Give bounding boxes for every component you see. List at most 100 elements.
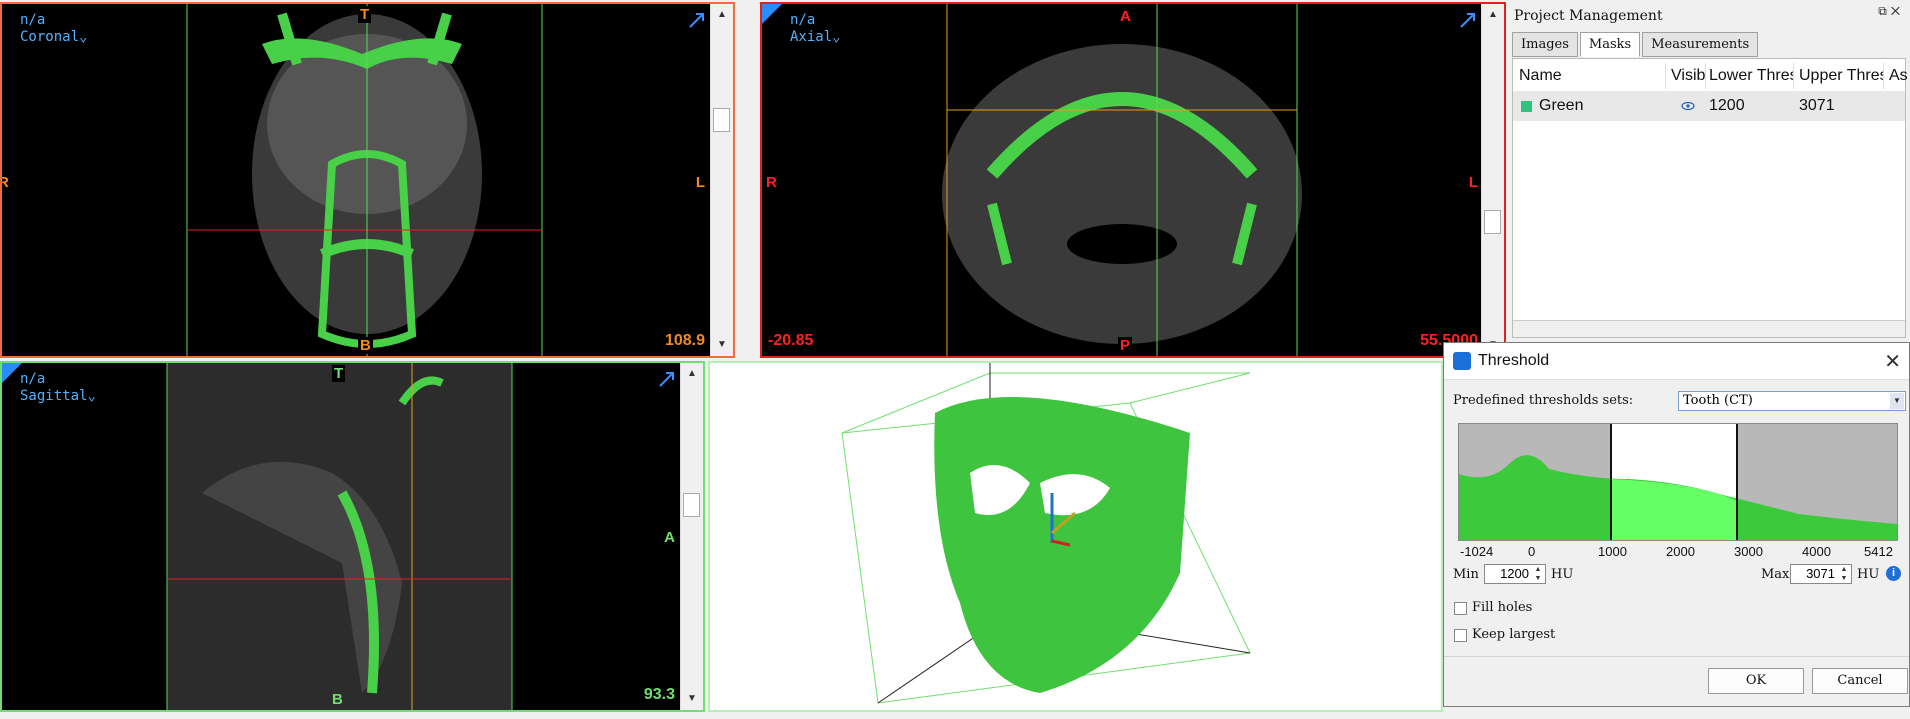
chevron-down-icon[interactable]: ▼ bbox=[1890, 393, 1904, 409]
coronal-view[interactable]: n/a Coronal⌄ T B R L 108.9 ▲ ▼ bbox=[0, 2, 735, 358]
stepper-arrows-icon[interactable]: ▲ ▼ bbox=[1532, 565, 1544, 583]
axis-tick: 5412 bbox=[1864, 544, 1893, 559]
masks-table: Name Visible Lower Threshold Upper Thres… bbox=[1512, 58, 1909, 338]
axial-info: n/a Axial⌄ bbox=[790, 12, 841, 45]
sagittal-image bbox=[166, 363, 513, 710]
scroll-thumb[interactable] bbox=[713, 108, 730, 132]
histogram[interactable] bbox=[1458, 423, 1898, 541]
scroll-up-icon[interactable]: ▲ bbox=[715, 8, 729, 22]
histogram-plot bbox=[1459, 424, 1897, 540]
stepper-arrows-icon[interactable]: ▲ ▼ bbox=[1838, 565, 1850, 583]
coronal-scrollbar[interactable]: ▲ ▼ bbox=[710, 4, 733, 356]
cancel-button[interactable]: Cancel bbox=[1812, 668, 1908, 694]
axial-view[interactable]: n/a Axial⌄ A P R L -20.85 55.5000 ▲ ▼ bbox=[760, 2, 1506, 358]
sagittal-info: n/a Sagittal⌄ bbox=[20, 371, 96, 404]
orient-right: A bbox=[664, 529, 675, 546]
mask-name: Green bbox=[1539, 97, 1584, 114]
orient-top: T bbox=[332, 365, 346, 382]
keep-largest-label: Keep largest bbox=[1472, 627, 1556, 642]
corner-marker bbox=[2, 363, 22, 383]
close-icon[interactable]: ✕ bbox=[1884, 349, 1901, 374]
fill-holes-checkbox[interactable] bbox=[1454, 602, 1467, 615]
predefined-label: Predefined thresholds sets: bbox=[1453, 393, 1634, 408]
app-logo-icon bbox=[1453, 352, 1471, 370]
col-lower[interactable]: Lower Threshold bbox=[1709, 63, 1794, 89]
coronal-info-line1: n/a bbox=[20, 12, 46, 28]
panel-tabs: Images Masks Measurements bbox=[1512, 32, 1759, 57]
corner-marker bbox=[2, 4, 22, 24]
axial-scrollbar[interactable]: ▲ ▼ bbox=[1481, 4, 1504, 356]
maximize-icon[interactable] bbox=[657, 369, 677, 389]
maximize-icon[interactable] bbox=[1458, 10, 1478, 30]
axis-tick: 4000 bbox=[1802, 544, 1831, 559]
orient-right: L bbox=[1468, 174, 1478, 191]
axial-plane-label[interactable]: Axial bbox=[790, 29, 832, 45]
col-visible[interactable]: Visible bbox=[1671, 63, 1706, 89]
tab-measurements[interactable]: Measurements bbox=[1642, 32, 1759, 57]
scroll-thumb[interactable] bbox=[683, 493, 700, 517]
sagittal-scrollbar[interactable]: ▲ ▼ bbox=[680, 363, 703, 710]
corner-marker bbox=[762, 4, 782, 24]
max-stepper[interactable]: 3071 ▲ ▼ bbox=[1790, 564, 1852, 584]
scroll-up-icon[interactable]: ▲ bbox=[685, 367, 699, 381]
tab-images[interactable]: Images bbox=[1512, 32, 1578, 57]
scroll-down-icon[interactable]: ▼ bbox=[685, 692, 699, 706]
orient-left: R bbox=[766, 174, 777, 191]
dialog-header: Threshold ✕ bbox=[1444, 343, 1909, 380]
min-label: Min bbox=[1453, 567, 1479, 582]
mask-upper: 3071 bbox=[1799, 97, 1835, 114]
table-row[interactable]: Green 1200 3071 bbox=[1513, 91, 1905, 121]
keep-largest-checkbox[interactable] bbox=[1454, 629, 1467, 642]
sagittal-view[interactable]: n/a Sagittal⌄ T B A 93.3 ▲ ▼ bbox=[0, 361, 705, 712]
orient-bottom: B bbox=[358, 337, 373, 354]
min-unit: HU bbox=[1551, 567, 1574, 582]
predefined-value: Tooth (CT) bbox=[1683, 393, 1753, 408]
sagittal-info-line1: n/a bbox=[20, 371, 46, 387]
coronal-slice-value: 108.9 bbox=[664, 332, 705, 349]
ok-button[interactable]: OK bbox=[1708, 668, 1804, 694]
mask-color-swatch bbox=[1521, 101, 1532, 112]
scroll-down-icon[interactable]: ▼ bbox=[715, 338, 729, 352]
sagittal-slice-value: 93.3 bbox=[643, 686, 675, 703]
divider bbox=[1444, 656, 1909, 657]
max-value: 3071 bbox=[1806, 566, 1835, 581]
coronal-image bbox=[186, 4, 543, 356]
min-stepper[interactable]: 1200 ▲ ▼ bbox=[1484, 564, 1546, 584]
axis-tick: -1024 bbox=[1460, 544, 1494, 559]
sagittal-plane-label[interactable]: Sagittal bbox=[20, 388, 87, 404]
orient-top: A bbox=[1120, 8, 1131, 25]
orient-right: L bbox=[695, 174, 705, 191]
col-name[interactable]: Name bbox=[1519, 63, 1666, 89]
tab-masks[interactable]: Masks bbox=[1579, 32, 1641, 57]
axial-image bbox=[942, 4, 1302, 356]
table-hscrollbar[interactable] bbox=[1513, 320, 1905, 337]
axis-tick: 3000 bbox=[1734, 544, 1763, 559]
threshold-dialog: Threshold ✕ Predefined thresholds sets: … bbox=[1443, 342, 1910, 707]
min-value: 1200 bbox=[1500, 566, 1529, 581]
panel-title: Project Management bbox=[1514, 8, 1663, 24]
coronal-info: n/a Coronal⌄ bbox=[20, 12, 88, 45]
scroll-up-icon[interactable]: ▲ bbox=[1486, 8, 1500, 22]
axis-tick: 1000 bbox=[1598, 544, 1627, 559]
fill-holes-label: Fill holes bbox=[1472, 600, 1533, 615]
axis-tick: 0 bbox=[1528, 544, 1536, 559]
panel-controls[interactable]: ⧉✕ bbox=[1878, 4, 1904, 19]
orient-bottom: B bbox=[332, 691, 343, 708]
3d-view[interactable] bbox=[708, 361, 1443, 712]
3d-skull-render bbox=[841, 363, 1251, 704]
maximize-icon[interactable] bbox=[687, 10, 707, 30]
axial-left-value: -20.85 bbox=[768, 332, 814, 349]
scroll-thumb[interactable] bbox=[1484, 210, 1501, 234]
predefined-select[interactable]: Tooth (CT) ▼ bbox=[1678, 391, 1906, 411]
col-as[interactable]: As bbox=[1889, 63, 1909, 89]
info-icon[interactable]: i bbox=[1886, 566, 1901, 581]
orient-left: R bbox=[2, 174, 9, 191]
coronal-plane-label[interactable]: Coronal bbox=[20, 29, 79, 45]
orient-top: T bbox=[358, 6, 372, 23]
col-upper[interactable]: Upper Threshold bbox=[1799, 63, 1884, 89]
mask-lower: 1200 bbox=[1709, 97, 1745, 114]
max-label: Max bbox=[1761, 567, 1790, 582]
axis-tick: 2000 bbox=[1666, 544, 1695, 559]
eye-icon[interactable] bbox=[1680, 100, 1696, 112]
max-unit: HU bbox=[1857, 567, 1880, 582]
